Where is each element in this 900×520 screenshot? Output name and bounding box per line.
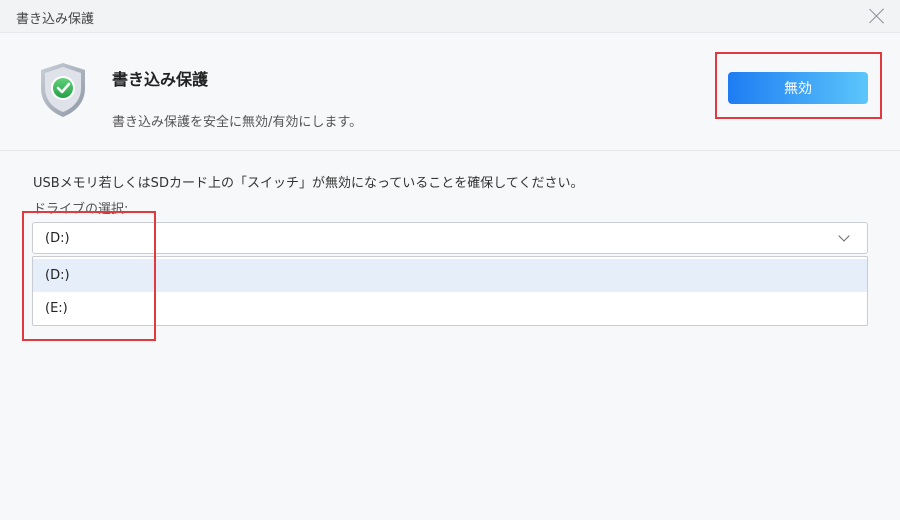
feature-header: 書き込み保護 書き込み保護を安全に無効/有効にします。 無効 bbox=[0, 33, 900, 151]
disable-button[interactable]: 無効 bbox=[728, 72, 868, 104]
drive-select[interactable]: (D:) bbox=[32, 222, 868, 254]
shield-check-icon bbox=[41, 63, 85, 117]
feature-title: 書き込み保護 bbox=[112, 70, 209, 89]
drive-option-d[interactable]: (D:) bbox=[33, 259, 867, 292]
window-title: 書き込み保護 bbox=[16, 12, 95, 27]
close-icon[interactable] bbox=[868, 7, 886, 25]
drive-select-value: (D:) bbox=[45, 231, 70, 246]
drive-option-label: (E:) bbox=[45, 301, 68, 316]
instruction-text: USBメモリ若しくはSDカード上の「スイッチ」が無効になっていることを確保してく… bbox=[33, 176, 584, 191]
title-bar: 書き込み保護 bbox=[0, 0, 900, 33]
drive-dropdown-list: (D:) (E:) bbox=[32, 256, 868, 326]
drive-select-label: ドライブの選択: bbox=[33, 202, 129, 217]
drive-option-label: (D:) bbox=[45, 268, 70, 283]
feature-description: 書き込み保護を安全に無効/有効にします。 bbox=[112, 115, 363, 130]
drive-option-e[interactable]: (E:) bbox=[33, 292, 867, 325]
chevron-down-icon bbox=[838, 230, 850, 242]
